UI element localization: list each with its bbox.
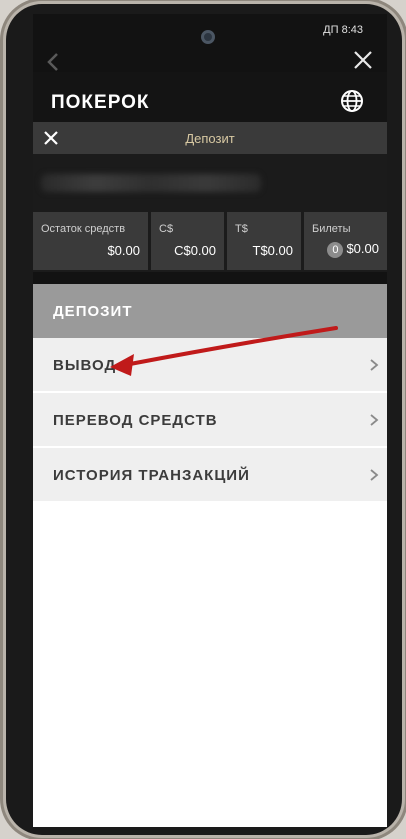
- blurred-account-name: [41, 174, 261, 192]
- balance-value: $0.00: [107, 243, 140, 258]
- balance-label: Остаток средств: [41, 223, 126, 235]
- menu-item-label: ПЕРЕВОД СРЕДСТВ: [53, 412, 218, 429]
- tickets-count-badge: 0: [327, 242, 344, 258]
- subheader-title: Депозит: [185, 131, 235, 146]
- tickets-value: $0.00: [346, 241, 379, 256]
- menu-item-transfer[interactable]: ПЕРЕВОД СРЕДСТВ: [33, 393, 387, 447]
- menu-panel: ДЕПОЗИТ ВЫВОД ПЕРЕВОД СРЕДСТВ ИСТОРИЯ ТР…: [33, 284, 387, 827]
- logo[interactable]: ПОКЕРОК: [51, 92, 150, 114]
- chevron-right-icon: [370, 359, 379, 371]
- balance-ts: T$ T$0.00: [227, 212, 301, 270]
- phone-frame: ДП 8:43 ПОКЕРОК Депозит Остаток средств …: [6, 4, 402, 835]
- balance-row: Остаток средств $0.00 C$ C$0.00 T$ T$0.0…: [33, 212, 387, 272]
- status-time: ДП 8:43: [323, 24, 363, 36]
- balance-tickets: Билеты 0 $0.00: [304, 212, 387, 270]
- balance-label: C$: [159, 223, 174, 235]
- balance-value: T$0.00: [252, 243, 293, 258]
- menu-item-label: ВЫВОД: [53, 357, 117, 374]
- status-bar: ДП 8:43: [33, 14, 387, 46]
- menu-item-label: ДЕПОЗИТ: [53, 303, 133, 320]
- account-info: [33, 154, 387, 212]
- balance-label: Билеты: [312, 223, 351, 235]
- menu-item-deposit-active[interactable]: ДЕПОЗИТ: [33, 284, 387, 338]
- balance-label: T$: [235, 223, 248, 235]
- menu-item-label: ИСТОРИЯ ТРАНЗАКЦИЙ: [53, 467, 250, 484]
- camera-icon: [201, 30, 215, 44]
- globe-icon[interactable]: [339, 88, 365, 114]
- balance-value: 0 $0.00: [327, 241, 379, 258]
- balance-value: C$0.00: [174, 243, 216, 258]
- screen: ДП 8:43 ПОКЕРОК Депозит Остаток средств …: [33, 14, 387, 827]
- chevron-right-icon: [370, 414, 379, 426]
- close-icon[interactable]: [351, 46, 375, 74]
- balance-cash: Остаток средств $0.00: [33, 212, 148, 270]
- menu-item-withdraw[interactable]: ВЫВОД: [33, 338, 387, 392]
- balance-cs: C$ C$0.00: [151, 212, 224, 270]
- chevron-right-icon: [370, 469, 379, 481]
- menu-item-transaction-history[interactable]: ИСТОРИЯ ТРАНЗАКЦИЙ: [33, 448, 387, 502]
- subheader: Депозит: [33, 122, 387, 154]
